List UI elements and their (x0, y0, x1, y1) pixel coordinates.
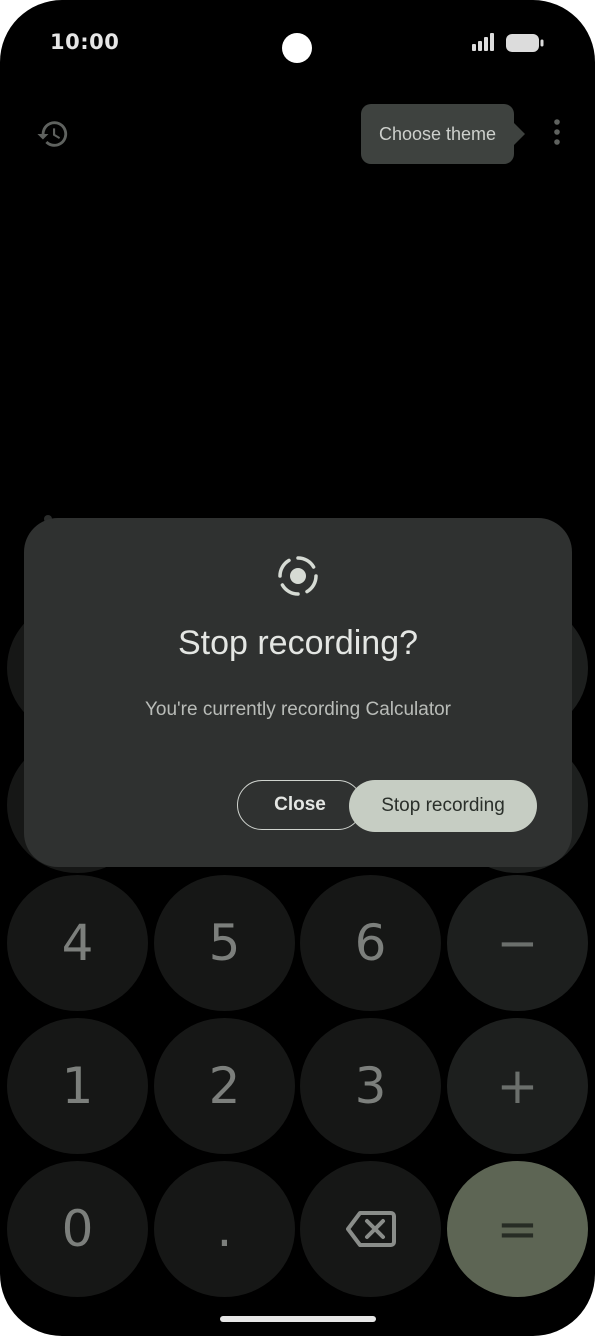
dialog-title: Stop recording? (177, 624, 419, 662)
dialog-message: You're currently recording Calculator (144, 699, 452, 720)
key-decimal[interactable]: . (154, 1161, 295, 1297)
stop-recording-dialog: Stop recording? You're currently recordi… (24, 518, 572, 867)
key-6[interactable]: 6 (300, 875, 441, 1011)
key-minus[interactable]: − (447, 875, 588, 1011)
key-backspace[interactable] (300, 1161, 441, 1297)
key-equals[interactable]: = (447, 1161, 588, 1297)
key-0[interactable]: 0 (7, 1161, 148, 1297)
home-indicator[interactable] (220, 1316, 376, 1322)
key-3[interactable]: 3 (300, 1018, 441, 1154)
close-button[interactable]: Close (237, 780, 363, 830)
stop-recording-button[interactable]: Stop recording (349, 780, 537, 832)
key-4[interactable]: 4 (7, 875, 148, 1011)
key-1[interactable]: 1 (7, 1018, 148, 1154)
backspace-icon (345, 1211, 396, 1247)
screen-record-icon (278, 556, 318, 596)
key-5[interactable]: 5 (154, 875, 295, 1011)
key-plus[interactable]: + (447, 1018, 588, 1154)
key-2[interactable]: 2 (154, 1018, 295, 1154)
phone-screen: 10:00 Choose theme 4 5 6 − 1 2 3 + 0 . =… (0, 0, 595, 1336)
